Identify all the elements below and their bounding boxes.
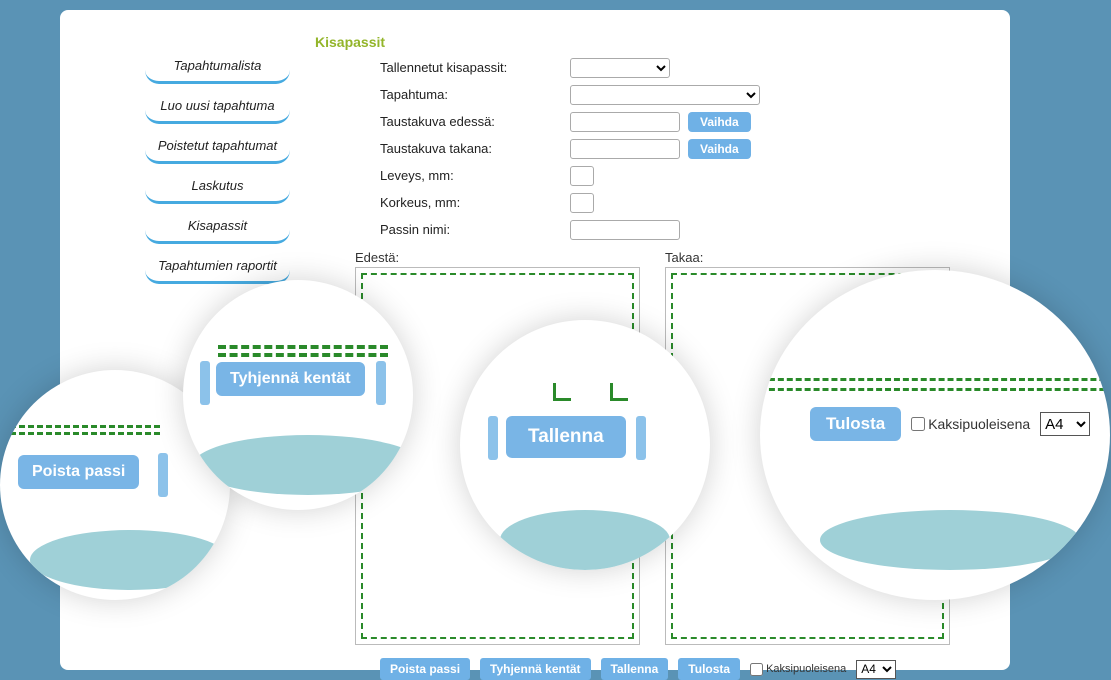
zoom-save-button[interactable]: Tallenna [506,416,626,458]
sidebar-item-deleted-events[interactable]: Poistetut tapahtumat [145,130,290,164]
delete-pass-button[interactable]: Poista passi [380,658,470,680]
event-label: Tapahtuma: [380,87,570,102]
front-canvas-label: Edestä: [355,250,640,265]
bg-front-label: Taustakuva edessä: [380,114,570,129]
sidebar-item-event-list[interactable]: Tapahtumalista [145,50,290,84]
pass-name-label: Passin nimi: [380,222,570,237]
zoom-paper-size-select[interactable]: A4 [1040,412,1090,436]
sidebar-item-billing[interactable]: Laskutus [145,170,290,204]
bg-front-change-button[interactable]: Vaihda [688,112,751,132]
duplex-checkbox[interactable] [750,663,763,676]
saved-passes-select[interactable] [570,58,670,78]
form-area: Tallennetut kisapassit: Tapahtuma: Taust… [380,54,760,243]
pass-name-input[interactable] [570,220,680,240]
height-input[interactable] [570,193,594,213]
event-select[interactable] [570,85,760,105]
width-input[interactable] [570,166,594,186]
sidebar: Tapahtumalista Luo uusi tapahtuma Poiste… [145,50,290,290]
clear-fields-button[interactable]: Tyhjennä kentät [480,658,590,680]
back-canvas-label: Takaa: [665,250,950,265]
sidebar-item-new-event[interactable]: Luo uusi tapahtuma [145,90,290,124]
save-button[interactable]: Tallenna [601,658,669,680]
zoom-save: Tallenna [460,320,710,570]
zoom-print: Tulosta Kaksipuoleisena A4 [760,270,1110,600]
bg-back-label: Taustakuva takana: [380,141,570,156]
zoom-clear-fields: Tyhjennä kentät [183,280,413,510]
zoom-delete-pass-button[interactable]: Poista passi [18,455,139,489]
saved-passes-label: Tallennetut kisapassit: [380,60,570,75]
bg-back-input[interactable] [570,139,680,159]
bottom-bar: Poista passi Tyhjennä kentät Tallenna Tu… [380,658,896,680]
width-label: Leveys, mm: [380,168,570,183]
duplex-text: Kaksipuoleisena [766,663,846,675]
bg-front-input[interactable] [570,112,680,132]
page-title: Kisapassit [315,34,385,50]
paper-size-select[interactable]: A4 [856,660,896,679]
zoom-duplex-label: Kaksipuoleisena [911,416,1030,432]
bg-back-change-button[interactable]: Vaihda [688,139,751,159]
zoom-duplex-checkbox[interactable] [911,417,925,431]
sidebar-item-reports[interactable]: Tapahtumien raportit [145,250,290,284]
zoom-duplex-text: Kaksipuoleisena [928,416,1030,432]
height-label: Korkeus, mm: [380,195,570,210]
print-button[interactable]: Tulosta [678,658,740,680]
duplex-label: Kaksipuoleisena [750,663,846,676]
zoom-print-button[interactable]: Tulosta [810,407,901,441]
zoom-clear-fields-button[interactable]: Tyhjennä kentät [216,362,365,396]
sidebar-item-passes[interactable]: Kisapassit [145,210,290,244]
